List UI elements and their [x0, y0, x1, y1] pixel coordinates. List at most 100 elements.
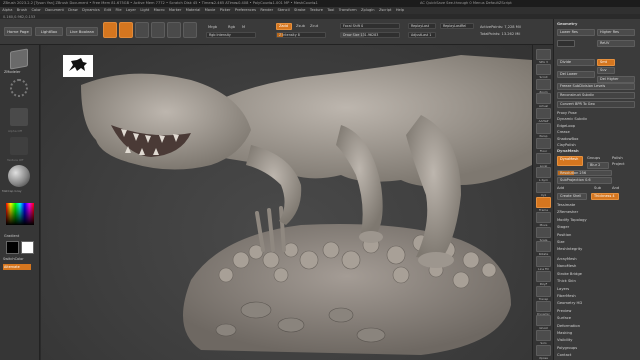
palette-item-dynamic-subdiv[interactable]: Dynamic Subdiv	[557, 117, 587, 121]
geometry-header[interactable]: Geometry	[557, 22, 577, 26]
menu-zscript[interactable]: Zscript	[379, 8, 391, 12]
replay-last-rel-button[interactable]: ReplayLastRel	[440, 23, 474, 29]
shelf-dynamic-button[interactable]	[536, 300, 551, 312]
menu-preferences[interactable]: Preferences	[235, 8, 256, 12]
menu-marker[interactable]: Marker	[169, 8, 181, 12]
palette-item-layers[interactable]: Layers	[557, 287, 569, 291]
viewport-canvas[interactable]	[41, 45, 532, 360]
shelf-floor-button[interactable]	[536, 137, 551, 149]
lightbox-button[interactable]: LightBox	[35, 27, 63, 36]
stroke-dots-icon[interactable]	[10, 79, 28, 97]
primary-color-swatch[interactable]	[6, 241, 19, 254]
rgb-intensity-slider[interactable]: Rgb Intensity	[206, 32, 256, 38]
palette-item-zremesher[interactable]: ZRemesher	[557, 210, 578, 214]
create-shell-button[interactable]: Create Shell	[557, 193, 587, 200]
palette-item-preview[interactable]: Preview	[557, 309, 571, 313]
palette-item-claypolish[interactable]: ClayPolish	[557, 143, 576, 147]
palette-item-edgeloop[interactable]: EdgeLoop	[557, 124, 575, 128]
menu-edit[interactable]: Edit	[104, 8, 111, 12]
dynamesh-header[interactable]: DynaMesh	[557, 149, 579, 153]
replay-last-button[interactable]: ReplayLast	[408, 23, 436, 29]
menu-picker[interactable]: Picker	[220, 8, 231, 12]
menu-help[interactable]: Help	[396, 8, 404, 12]
shelf-local-button[interactable]	[536, 152, 551, 164]
palette-item-nanomesh[interactable]: NanoMesh	[557, 264, 576, 268]
groups-toggle[interactable]: Groups	[587, 156, 600, 160]
freeze-subdiv-button[interactable]: Freeze SubDivision Levels	[557, 83, 635, 90]
menu-stroke[interactable]: Stroke	[294, 8, 305, 12]
palette-item-geometry-hd[interactable]: Geometry HD	[557, 301, 582, 305]
title-right-controls[interactable]: AC QuickSave See-through 0 Menus Default…	[420, 0, 512, 7]
smt-toggle[interactable]: Smt	[597, 59, 615, 66]
palette-item-visibility[interactable]: Visibility	[557, 338, 572, 342]
palette-item-tessimate[interactable]: Tessimate	[557, 203, 575, 207]
subprojection-slider[interactable]: SubProjection 0.6	[557, 177, 612, 184]
home-page-button[interactable]: Home Page	[4, 27, 32, 36]
suv-toggle[interactable]: Suv	[597, 67, 615, 74]
palette-item-arraymesh[interactable]: ArrayMesh	[557, 257, 577, 261]
shelf-actual-button[interactable]	[536, 93, 551, 105]
polish-toggle[interactable]: Polish	[612, 156, 623, 160]
divide-button[interactable]: Divide	[557, 59, 595, 66]
add-button[interactable]: Add	[557, 186, 564, 190]
focal-shift-slider[interactable]: Focal Shift 0	[340, 23, 400, 29]
rgb-toggle[interactable]: Rgb	[228, 25, 235, 29]
switch-color-button[interactable]: SwitchColor	[3, 257, 24, 261]
texture-thumbnail[interactable]	[10, 137, 28, 155]
adjust-last-slider[interactable]: AdjustLast 1	[408, 32, 436, 38]
menu-file[interactable]: File	[116, 8, 122, 12]
menu-alpha[interactable]: Alpha	[2, 8, 12, 12]
blur-slider[interactable]: Blur 2	[587, 162, 609, 169]
palette-item-shadowbox[interactable]: ShadowBox	[557, 137, 578, 141]
palette-item-contact[interactable]: Contact	[557, 353, 571, 357]
z-intensity-slider[interactable]: Z Intensity 8	[276, 32, 326, 38]
palette-item-modify-topology[interactable]: Modify Topology	[557, 218, 587, 222]
zcut-button[interactable]: Zcut	[310, 24, 318, 28]
shelf-xyz-button[interactable]	[536, 182, 551, 194]
edit-tool-button[interactable]	[103, 22, 117, 38]
palette-item-meshintegrity[interactable]: MeshIntegrity	[557, 247, 582, 251]
zsub-button[interactable]: Zsub	[296, 24, 305, 28]
reconstruct-subdiv-button[interactable]: Reconstruct Subdiv	[557, 92, 635, 99]
menu-texture[interactable]: Texture	[310, 8, 323, 12]
zadd-button[interactable]: Zadd	[276, 23, 292, 30]
palette-item-masking[interactable]: Masking	[557, 331, 572, 335]
thickness-slider[interactable]: Thickness 4	[591, 193, 619, 200]
menu-dynamics[interactable]: Dynamics	[82, 8, 100, 12]
palette-item-stager[interactable]: Stager	[557, 225, 569, 229]
palette-item-deformation[interactable]: Deformation	[557, 324, 580, 328]
color-picker[interactable]	[6, 203, 34, 225]
shelf-l-sym-button[interactable]	[536, 167, 551, 179]
del-higher-button[interactable]: Del Higher	[597, 76, 635, 83]
move-tool-button[interactable]	[135, 22, 149, 38]
shelf-line-fill-button[interactable]	[536, 256, 551, 268]
palette-item-fibermesh[interactable]: FiberMesh	[557, 294, 576, 298]
m-toggle[interactable]: M	[242, 25, 245, 29]
rsmt-button[interactable]: ReUV	[597, 40, 635, 47]
menu-layer[interactable]: Layer	[126, 8, 136, 12]
gradient-label[interactable]: Gradient	[4, 234, 19, 238]
menu-color[interactable]: Color	[32, 8, 41, 12]
shelf-zoom-button[interactable]	[536, 78, 551, 90]
palette-item-position[interactable]: Position	[557, 233, 571, 237]
menu-document[interactable]: Document	[45, 8, 64, 12]
menu-stencil[interactable]: Stencil	[278, 8, 290, 12]
palette-item-stroke-bridge[interactable]: Stroke Bridge	[557, 272, 582, 276]
menu-tool[interactable]: Tool	[327, 8, 334, 12]
shelf-ghost-button[interactable]	[536, 315, 551, 327]
shelf-scroll-button[interactable]	[536, 63, 551, 75]
live-boolean-button[interactable]: Live Boolean	[66, 27, 98, 36]
shelf-polyf-button[interactable]	[536, 271, 551, 282]
higher-res-button[interactable]: Higher Res	[597, 29, 635, 36]
shelf-solo-button[interactable]	[536, 330, 551, 342]
shelf-xpose-button[interactable]	[536, 345, 551, 356]
menu-light[interactable]: Light	[140, 8, 149, 12]
lower-res-button[interactable]: Lower Res	[557, 29, 595, 36]
shelf-scale-button[interactable]	[536, 226, 551, 238]
menu-material[interactable]: Material	[186, 8, 201, 12]
shelf-move-button[interactable]	[536, 211, 551, 223]
menu-movie[interactable]: Movie	[205, 8, 216, 12]
scale-tool-button[interactable]	[151, 22, 165, 38]
shelf-persp-button[interactable]	[536, 123, 551, 134]
current-brush-cube-icon[interactable]	[10, 48, 28, 70]
